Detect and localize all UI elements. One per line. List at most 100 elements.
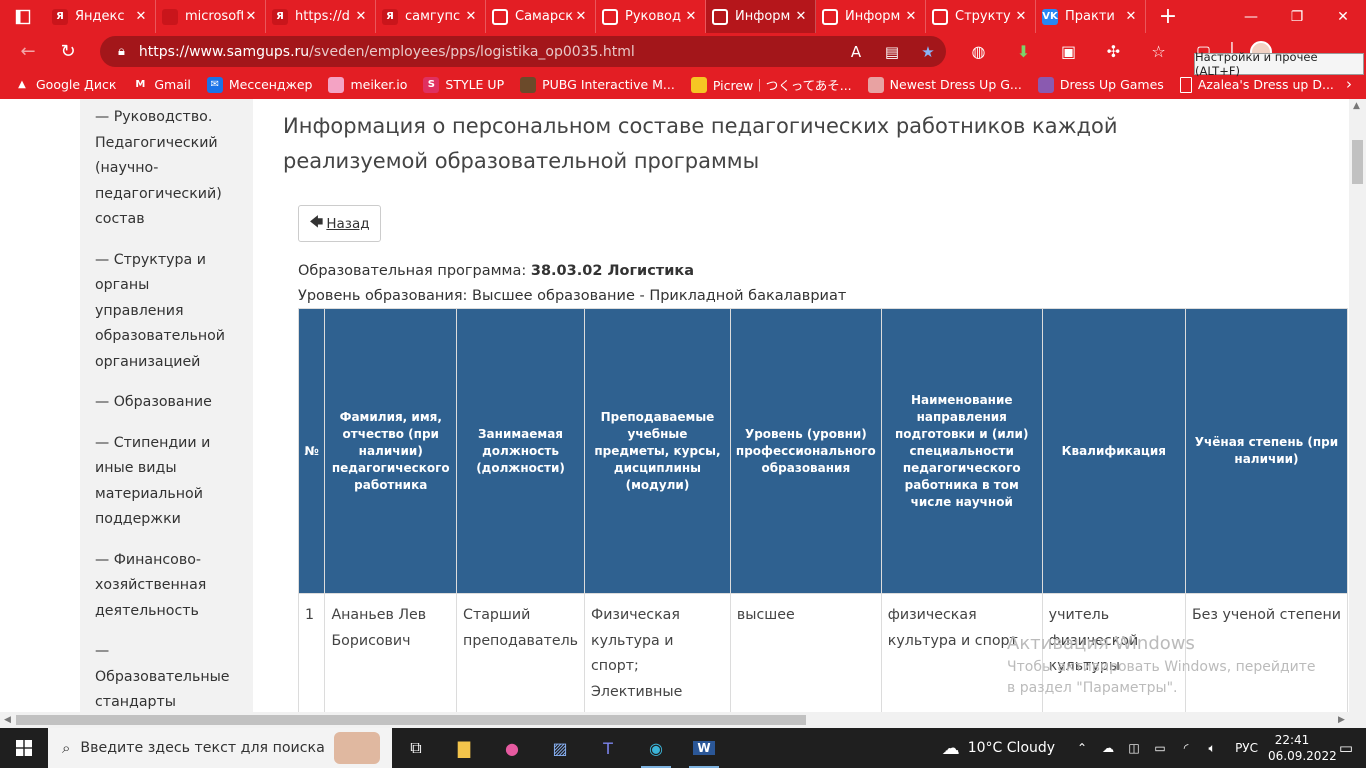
edge-app-button[interactable]: ◉ — [632, 728, 680, 768]
immersive-reader-icon[interactable]: ▤ — [874, 43, 910, 61]
cell-full-name: Ананьев Лев Борисович — [324, 593, 458, 712]
samgups-icon — [602, 8, 618, 25]
teams-app-button[interactable]: T — [584, 728, 632, 768]
bookmark-item[interactable]: ▲ Google Диск — [14, 76, 116, 93]
bookmark-item[interactable]: S STYLE UP — [423, 76, 504, 93]
close-tab-icon[interactable]: ✕ — [243, 9, 259, 24]
favorites-button[interactable]: ☆ — [1136, 33, 1181, 70]
refresh-button[interactable]: ↻ — [48, 36, 88, 68]
close-tab-icon[interactable]: ✕ — [573, 9, 589, 24]
picrew-icon — [690, 76, 707, 93]
wifi-icon[interactable]: ◜ — [1173, 741, 1199, 755]
volume-icon[interactable]: 🔈︎ — [1199, 741, 1225, 756]
chevron-up-icon[interactable]: ⌃ — [1069, 741, 1095, 755]
bookmark-item[interactable]: ✉ Мессенджер — [206, 76, 312, 93]
new-tab-button[interactable]: + — [1146, 0, 1190, 33]
sidebar-menu: — Руководство. Педагогический (научно-пе… — [80, 99, 253, 712]
maximize-button[interactable]: ❐ — [1274, 0, 1320, 33]
back-button[interactable]: 🡄 Назад — [298, 205, 381, 242]
bookmark-item[interactable]: meiker.io — [328, 76, 407, 93]
antivirus-icon[interactable]: ☁ — [1095, 741, 1121, 755]
browser-tab[interactable]: Я Яндекс ✕ — [46, 0, 156, 33]
horizontal-scroll-thumb[interactable] — [16, 715, 806, 725]
bookmark-item[interactable]: Dress Up Games — [1037, 76, 1164, 93]
close-tab-icon[interactable]: ✕ — [1013, 9, 1029, 24]
bookmark-item[interactable]: PUBG Interactive M... — [520, 76, 675, 93]
samgups-icon — [492, 8, 508, 25]
browser-tab[interactable]: VK Практи ✕ — [1036, 0, 1146, 33]
battery-icon[interactable]: ▭ — [1147, 741, 1173, 755]
vertical-scrollbar[interactable]: ▲ — [1349, 99, 1366, 712]
bookmark-item[interactable]: Azalea's Dress up D... — [1179, 76, 1334, 93]
url-text[interactable]: https://www.samgups.ru/sveden/employees/… — [139, 44, 838, 60]
start-button[interactable] — [0, 728, 48, 768]
table-header-row: № Фамилия, имя, отчество (при наличии) п… — [297, 308, 1349, 594]
minimize-button[interactable]: — — [1228, 0, 1274, 33]
tab-label: самгупс — [405, 9, 461, 24]
clock[interactable]: 22:41 06.09.2022 — [1268, 732, 1337, 764]
col-subjects: Преподаваемые учебные предметы, курсы, д… — [584, 308, 731, 594]
sidebar-item-structure[interactable]: — Структура и органы управления образова… — [95, 248, 239, 376]
download-extension-button[interactable]: ⬇ — [1001, 33, 1046, 70]
language-indicator[interactable]: РУС — [1235, 741, 1258, 755]
restore-icon: ❐ — [1290, 8, 1304, 25]
browser-tab[interactable]: Руковод ✕ — [596, 0, 706, 33]
bookmarks-bar: ▲ Google Диск M Gmail ✉ Мессенджер meiker.io S S… — [0, 70, 1366, 99]
cell-number: 1 — [297, 593, 326, 712]
weather-widget[interactable]: ☁ 10°C Cloudy — [942, 738, 1055, 759]
paint-app-button[interactable]: ● — [488, 728, 536, 768]
word-app-button[interactable]: W — [680, 728, 728, 768]
task-view-button[interactable]: ⧉ — [392, 728, 440, 768]
browser-tab[interactable]: Ясамгупс ✕ — [376, 0, 486, 33]
tab-label: Информ — [845, 9, 901, 24]
close-tab-icon[interactable]: ✕ — [683, 9, 699, 24]
address-bar[interactable]: 🔒︎ https://www.samgups.ru/sveden/employe… — [100, 36, 946, 67]
samgups-icon — [712, 8, 728, 25]
meet-now-icon[interactable]: ◫ — [1121, 741, 1147, 755]
close-tab-icon[interactable]: ✕ — [903, 9, 919, 24]
photos-app-button[interactable]: ▨ — [536, 728, 584, 768]
sidebar-item-standards[interactable]: — Образовательные стандарты — [95, 639, 239, 712]
browser-tab[interactable]: Информ ✕ — [706, 0, 816, 33]
close-tab-icon[interactable]: ✕ — [1123, 9, 1139, 24]
browser-tab[interactable]: Структу ✕ — [926, 0, 1036, 33]
sidebar-item-finance[interactable]: — Финансово-хозяйственная деятельность — [95, 548, 239, 625]
scroll-up-icon[interactable]: ▲ — [1353, 101, 1360, 111]
sidebar-item-education[interactable]: — Образование — [95, 390, 239, 416]
bookmark-item[interactable]: Newest Dress Up G... — [867, 76, 1022, 93]
close-tab-icon[interactable]: ✕ — [463, 9, 479, 24]
collections-extension-button[interactable]: ▣ — [1046, 33, 1091, 70]
sidebar-item-scholarships[interactable]: — Стипендии и иные виды материальной под… — [95, 431, 239, 533]
vpn-extension-button[interactable]: ◍ — [956, 33, 1001, 70]
time: 22:41 — [1274, 733, 1310, 747]
teams-icon: T — [603, 738, 613, 758]
close-window-button[interactable]: ✕ — [1320, 0, 1366, 33]
read-aloud-icon[interactable]: A — [838, 43, 874, 61]
yandex-icon: Я — [382, 8, 398, 25]
horizontal-scrollbar[interactable]: ◀ ▶ — [0, 712, 1366, 728]
scroll-left-icon[interactable]: ◀ — [4, 715, 11, 725]
windows-taskbar: ⌕ Введите здесь текст для поиска ⧉ ▇ ● ▨… — [0, 728, 1366, 768]
bookmark-item[interactable]: Picrew｜つくってあそ... — [690, 75, 852, 94]
close-tab-icon[interactable]: ✕ — [133, 9, 149, 24]
browser-tab[interactable]: Самарск ✕ — [486, 0, 596, 33]
close-tab-icon[interactable]: ✕ — [353, 9, 369, 24]
vertical-scroll-thumb[interactable] — [1352, 140, 1363, 184]
taskbar-search[interactable]: ⌕ Введите здесь текст для поиска — [48, 728, 392, 768]
back-nav-button[interactable]: ← — [8, 36, 48, 68]
cell-education-level: высшее — [729, 593, 882, 712]
favorite-star-icon[interactable]: ★ — [910, 43, 946, 61]
col-position: Занимаемая должность (должности) — [456, 308, 585, 594]
tab-actions-button[interactable] — [0, 0, 46, 33]
close-tab-icon[interactable]: ✕ — [793, 9, 809, 24]
url-domain: https://www.samgups.ru — [138, 43, 310, 60]
browser-tab[interactable]: Информ ✕ — [816, 0, 926, 33]
bookmark-item[interactable]: M Gmail — [132, 76, 191, 93]
notifications-button[interactable]: ▭ — [1326, 739, 1366, 757]
extensions-button[interactable]: ✣ — [1091, 33, 1136, 70]
file-explorer-button[interactable]: ▇ — [440, 728, 488, 768]
browser-tab[interactable]: microsoft ✕ — [156, 0, 266, 33]
browser-tab[interactable]: Яhttps://d ✕ — [266, 0, 376, 33]
sidebar-item-staff[interactable]: — Руководство. Педагогический (научно-пе… — [95, 105, 239, 233]
scroll-right-icon[interactable]: ▶ — [1338, 715, 1345, 725]
